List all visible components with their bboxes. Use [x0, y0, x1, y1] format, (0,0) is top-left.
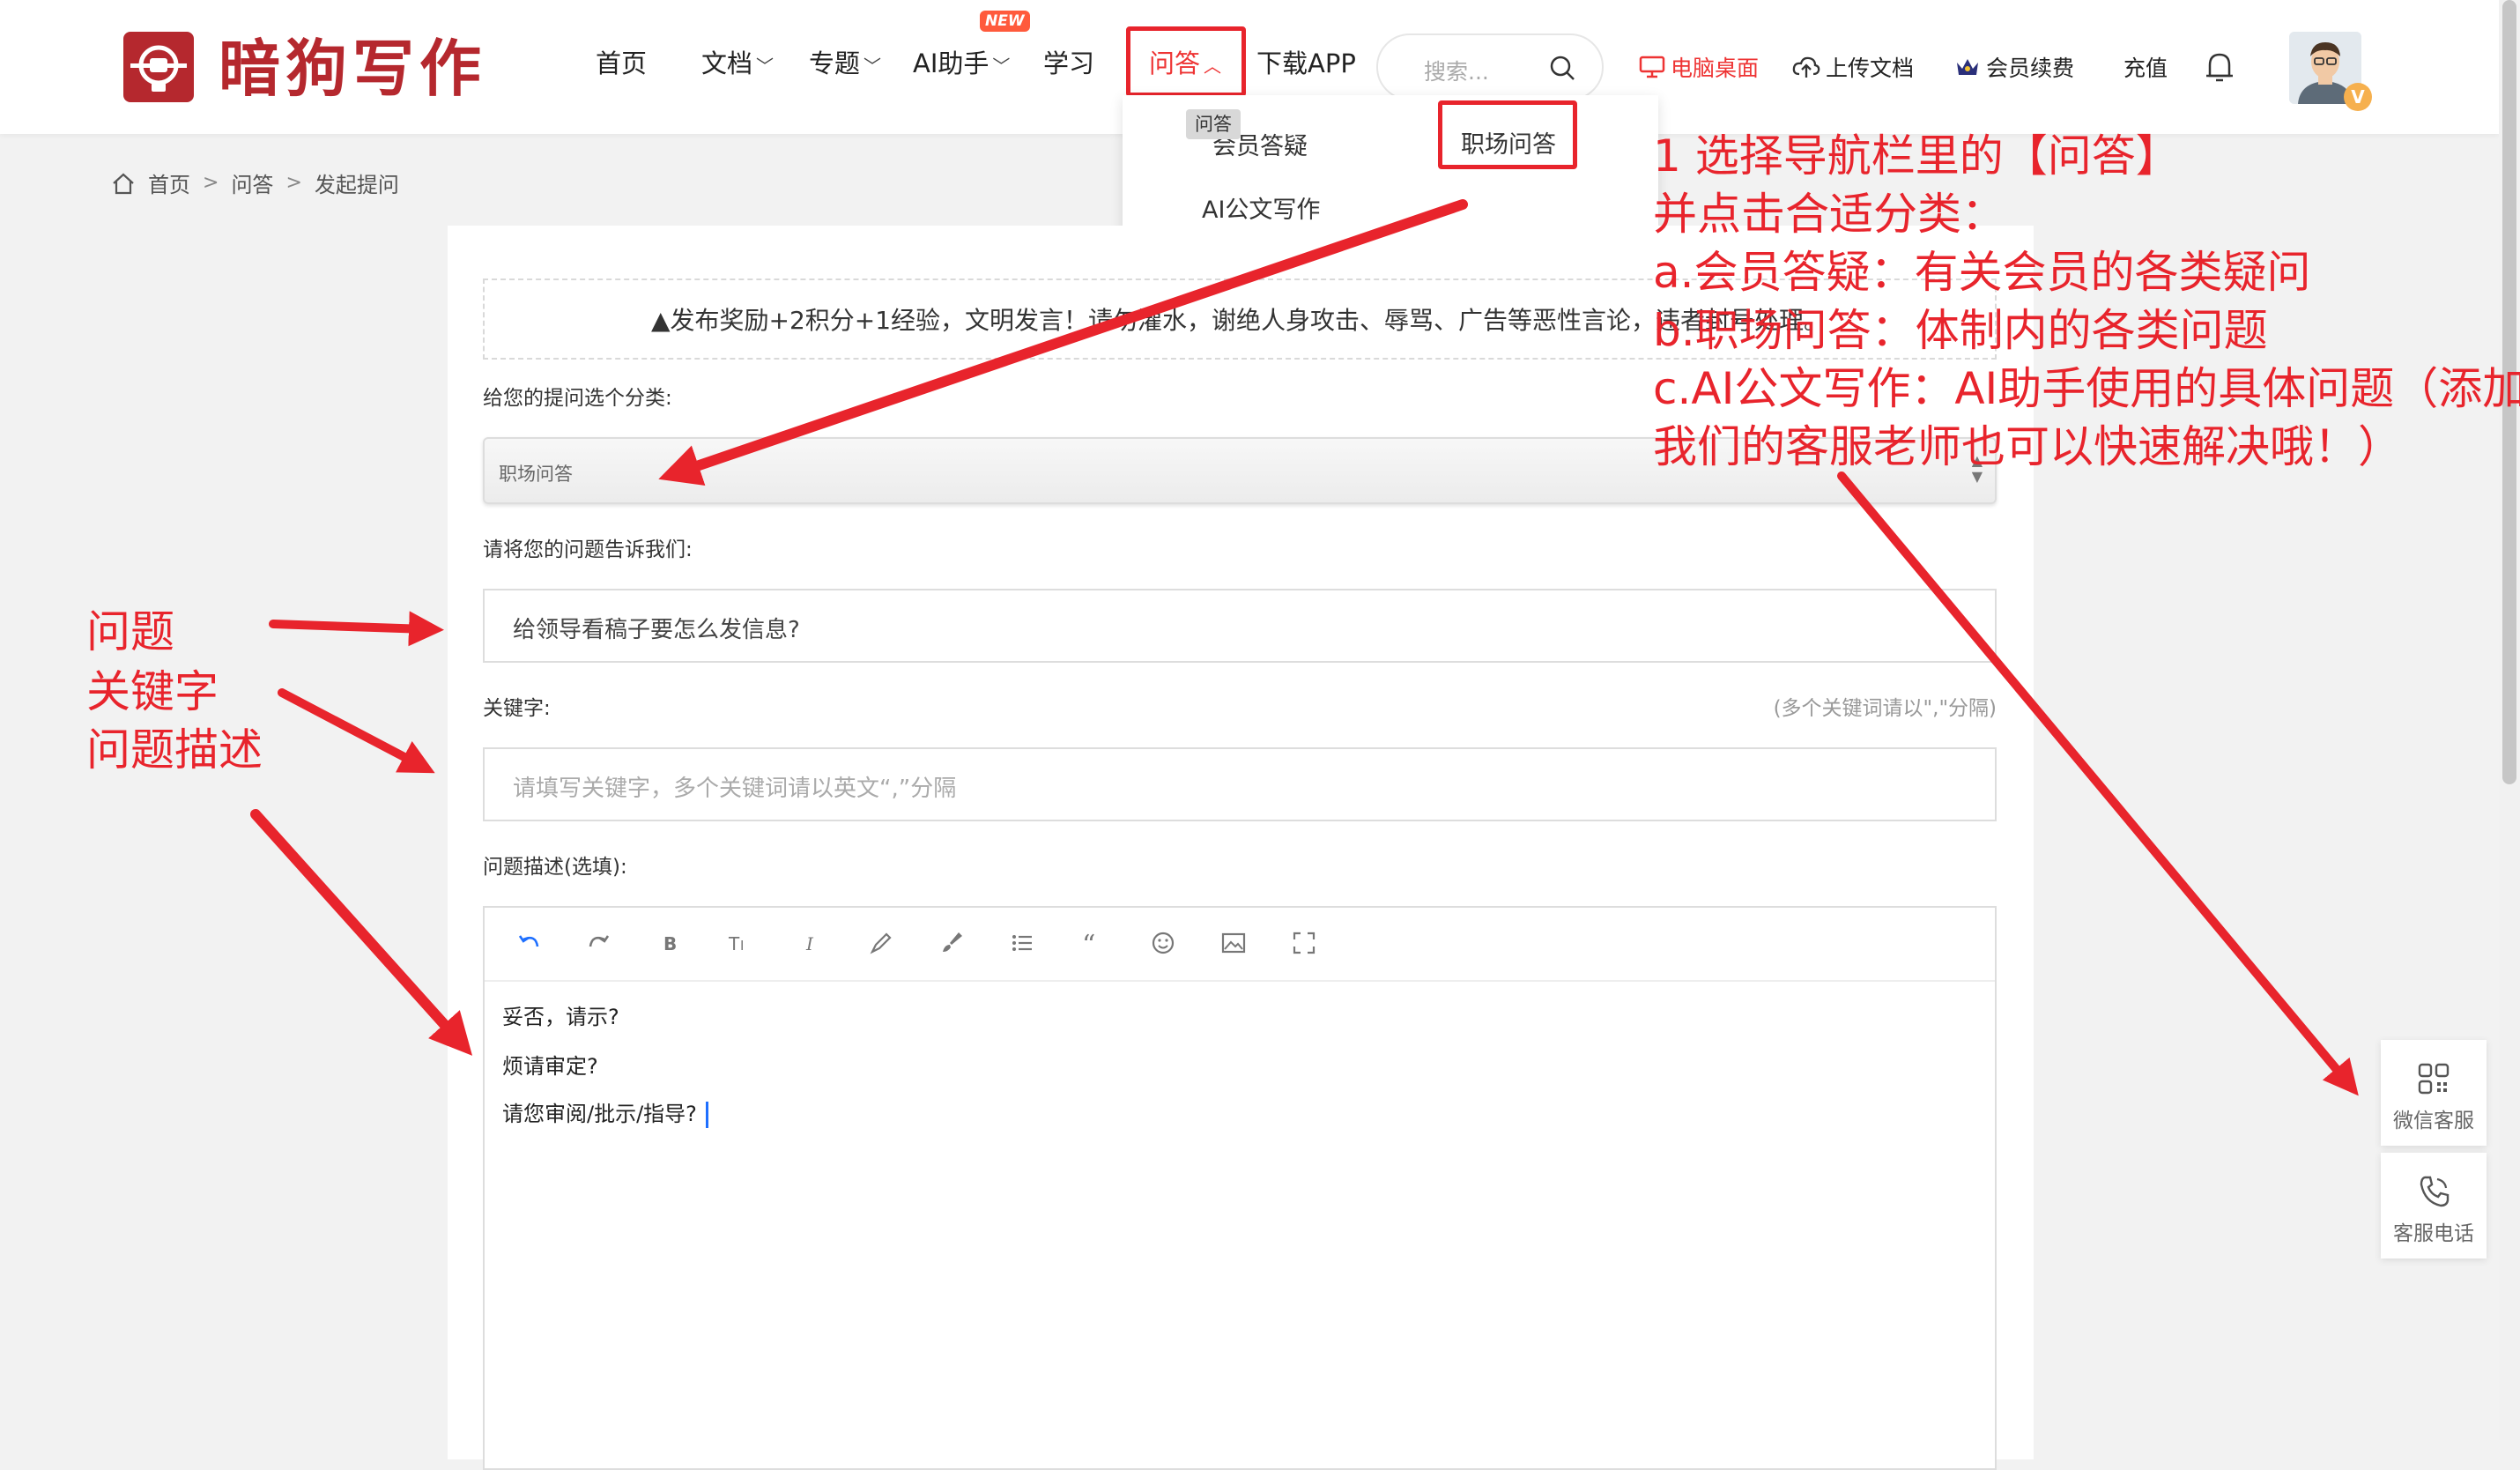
annotation-left-description: 问题描述 [86, 724, 263, 776]
nav-tooltip: 问答 [1186, 109, 1241, 139]
bell-icon[interactable] [2203, 49, 2236, 85]
annotation-line: 1 选择导航栏里的【问答】 [1653, 130, 2180, 182]
logo-text[interactable]: 暗狗写作 [219, 33, 486, 104]
nav-docs[interactable]: 文档 ﹀ [701, 44, 774, 85]
phone-service-label: 客服电话 [2393, 1222, 2474, 1245]
list-icon[interactable] [1008, 929, 1036, 957]
vip-badge: V [2344, 83, 2372, 111]
chevron-down-icon: ﹀ [756, 56, 775, 77]
editor-toolbar: B TI I “ [485, 908, 1995, 982]
chevron-right-icon: > [203, 172, 219, 194]
emoji-icon[interactable] [1149, 929, 1177, 957]
description-editor[interactable]: B TI I “ 妥否，请示? 烦请审定? 请您审阅/批示/指导? [483, 906, 1997, 1470]
category-label: 给您的提问选个分类: [483, 387, 672, 410]
keyword-hint: (多个关键词请以","分隔) [1773, 697, 1997, 720]
phone-icon [2420, 1176, 2450, 1207]
wechat-service-label: 微信客服 [2393, 1110, 2474, 1132]
svg-text:I: I [805, 933, 814, 954]
dropdown-item-ai-writing[interactable]: AI公文写作 [1202, 190, 1320, 225]
nav-topics[interactable]: 专题 ﹀ [809, 44, 881, 85]
new-badge: NEW [980, 11, 1030, 32]
search-icon[interactable] [1549, 55, 1575, 81]
editor-line: 妥否，请示? [502, 1005, 619, 1029]
annotation-line: b.职场问答：体制内的各类问题 [1653, 305, 2268, 356]
home-icon [113, 173, 134, 194]
annotation-line: 并点击合适分类： [1653, 189, 2005, 240]
quote-icon[interactable]: “ [1078, 929, 1107, 957]
question-input[interactable]: 给领导看稿子要怎么发信息? [483, 589, 1997, 663]
italic-icon[interactable]: I [797, 929, 825, 957]
arrow-to-keyword [278, 688, 435, 774]
breadcrumb-current: 发起提问 [314, 173, 399, 197]
keyword-input[interactable]: 请填写关键字，多个关键词请以英文“,”分隔 [483, 747, 1997, 821]
text-cursor [705, 1102, 708, 1128]
annotation-left-keyword: 关键字 [86, 666, 219, 717]
cloud-upload-icon [1792, 56, 1820, 78]
chevron-down-icon: ﹀ [992, 56, 1011, 77]
nav-download-app[interactable]: 下载APP [1256, 44, 1356, 83]
breadcrumb-home[interactable]: 首页 [148, 167, 190, 198]
annotation-line: a.会员答疑：有关会员的各类疑问 [1653, 247, 2311, 298]
annotation-left-question: 问题 [86, 606, 174, 657]
warning-icon: ▲ [650, 306, 671, 335]
nav-learn[interactable]: 学习 [1043, 44, 1094, 83]
logo-icon[interactable] [123, 32, 194, 102]
svg-text:T: T [728, 933, 740, 954]
description-label: 问题描述(选填): [483, 856, 627, 879]
nav-qa-highlight-frame [1126, 26, 1246, 97]
upload-doc-link[interactable]: 上传文档 [1792, 51, 1914, 83]
wechat-service-button[interactable]: 微信客服 [2381, 1040, 2487, 1146]
chevron-right-icon: > [285, 172, 302, 194]
phone-service-button[interactable]: 客服电话 [2381, 1153, 2487, 1258]
desktop-link[interactable]: 电脑桌面 [1639, 51, 1759, 83]
recharge-link[interactable]: 充值 [2123, 51, 2168, 83]
annotation-line: 我们的客服老师也可以快速解决哦！） [1653, 421, 2402, 472]
membership-renew-link[interactable]: 会员续费 [1954, 51, 2074, 83]
svg-text:I: I [740, 938, 744, 954]
search-box[interactable]: 搜索... [1376, 33, 1604, 100]
undo-icon[interactable] [515, 929, 543, 957]
workplace-qa-highlight-frame [1438, 100, 1577, 169]
highlighter-icon[interactable] [867, 929, 895, 957]
brush-icon[interactable] [938, 929, 966, 957]
arrow-to-description [250, 809, 473, 1056]
breadcrumb-qa[interactable]: 问答 [231, 167, 273, 198]
chevron-down-icon: ﹀ [863, 56, 882, 77]
svg-text:“: “ [1082, 930, 1095, 957]
arrow-to-question [269, 611, 444, 647]
qr-grid-icon [2418, 1063, 2450, 1095]
svg-text:B: B [663, 933, 677, 954]
redo-icon[interactable] [585, 929, 613, 957]
image-icon[interactable] [1219, 929, 1248, 957]
nav-ai-assistant[interactable]: AI助手 ﹀ [913, 44, 1010, 85]
search-input[interactable]: 搜索... [1424, 55, 1489, 86]
nav-home[interactable]: 首页 [596, 44, 647, 83]
text-size-icon[interactable]: TI [726, 929, 754, 957]
annotation-line: c.AI公文写作：AI助手使用的具体问题（添加 [1653, 363, 2520, 414]
monitor-icon [1639, 56, 1665, 78]
editor-line: 请您审阅/批示/指导? [502, 1096, 708, 1128]
category-selected-value: 职场问答 [499, 464, 573, 485]
fullscreen-icon[interactable] [1290, 929, 1318, 957]
crown-icon [1957, 59, 1978, 75]
bold-icon[interactable]: B [656, 929, 684, 957]
editor-line: 烦请审定? [502, 1054, 598, 1079]
breadcrumb: 首页 > 问答 > 发起提问 [111, 167, 399, 198]
keyword-label: 关键字: [483, 697, 551, 720]
question-label: 请将您的问题告诉我们: [483, 538, 693, 561]
